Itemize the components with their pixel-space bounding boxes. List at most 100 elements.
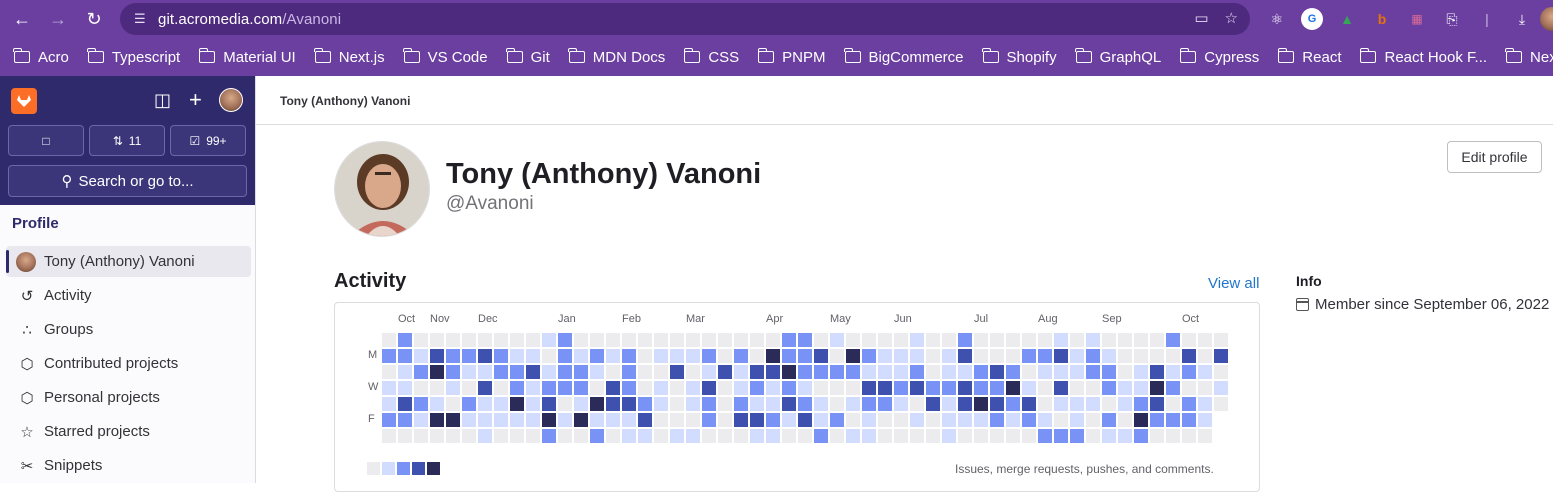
calendar-day-cell[interactable]: [1134, 397, 1148, 411]
google-drive-icon[interactable]: ▲: [1336, 8, 1358, 30]
calendar-day-cell[interactable]: [734, 429, 748, 443]
calendar-day-cell[interactable]: [1086, 333, 1100, 347]
calendar-day-cell[interactable]: [1198, 349, 1212, 363]
calendar-day-cell[interactable]: [1150, 397, 1164, 411]
calendar-day-cell[interactable]: [1022, 365, 1036, 379]
calendar-day-cell[interactable]: [1198, 397, 1212, 411]
calendar-day-cell[interactable]: [926, 397, 940, 411]
calendar-day-cell[interactable]: [1086, 365, 1100, 379]
calendar-day-cell[interactable]: [846, 429, 860, 443]
calendar-day-cell[interactable]: [558, 429, 572, 443]
calendar-day-cell[interactable]: [430, 333, 444, 347]
calendar-day-cell[interactable]: [958, 381, 972, 395]
calendar-day-cell[interactable]: [382, 349, 396, 363]
bookmark-item[interactable]: Material UI: [198, 48, 296, 66]
calendar-day-cell[interactable]: [1118, 429, 1132, 443]
calendar-day-cell[interactable]: [510, 381, 524, 395]
calendar-day-cell[interactable]: [462, 381, 476, 395]
calendar-day-cell[interactable]: [654, 413, 668, 427]
calendar-day-cell[interactable]: [830, 333, 844, 347]
calendar-day-cell[interactable]: [1006, 429, 1020, 443]
calendar-day-cell[interactable]: [382, 397, 396, 411]
calendar-day-cell[interactable]: [446, 349, 460, 363]
calendar-day-cell[interactable]: [942, 429, 956, 443]
calendar-day-cell[interactable]: [654, 397, 668, 411]
calendar-day-cell[interactable]: [1166, 349, 1180, 363]
calendar-day-cell[interactable]: [1070, 381, 1084, 395]
calendar-day-cell[interactable]: [990, 413, 1004, 427]
calendar-day-cell[interactable]: [654, 333, 668, 347]
calendar-day-cell[interactable]: [862, 333, 876, 347]
extension-icon-2[interactable]: ▦: [1406, 8, 1428, 30]
calendar-day-cell[interactable]: [478, 381, 492, 395]
bookmark-item[interactable]: CSS: [683, 48, 739, 66]
calendar-day-cell[interactable]: [1198, 333, 1212, 347]
calendar-day-cell[interactable]: [910, 429, 924, 443]
calendar-day-cell[interactable]: [750, 429, 764, 443]
calendar-day-cell[interactable]: [446, 429, 460, 443]
calendar-day-cell[interactable]: [398, 413, 412, 427]
calendar-day-cell[interactable]: [638, 333, 652, 347]
calendar-day-cell[interactable]: [1038, 413, 1052, 427]
calendar-day-cell[interactable]: [478, 349, 492, 363]
bookmark-item[interactable]: React: [1277, 48, 1341, 66]
calendar-day-cell[interactable]: [414, 381, 428, 395]
bookmark-item[interactable]: Next.js: [314, 48, 385, 66]
calendar-day-cell[interactable]: [1118, 365, 1132, 379]
calendar-day-cell[interactable]: [638, 397, 652, 411]
calendar-day-cell[interactable]: [494, 365, 508, 379]
calendar-day-cell[interactable]: [750, 365, 764, 379]
calendar-day-cell[interactable]: [974, 429, 988, 443]
calendar-day-cell[interactable]: [1166, 381, 1180, 395]
calendar-day-cell[interactable]: [1070, 429, 1084, 443]
calendar-day-cell[interactable]: [702, 365, 716, 379]
calendar-day-cell[interactable]: [1134, 349, 1148, 363]
calendar-day-cell[interactable]: [446, 397, 460, 411]
calendar-day-cell[interactable]: [542, 397, 556, 411]
calendar-day-cell[interactable]: [1134, 333, 1148, 347]
calendar-day-cell[interactable]: [862, 365, 876, 379]
calendar-day-cell[interactable]: [574, 381, 588, 395]
calendar-day-cell[interactable]: [622, 333, 636, 347]
calendar-day-cell[interactable]: [414, 429, 428, 443]
calendar-day-cell[interactable]: [478, 429, 492, 443]
calendar-day-cell[interactable]: [718, 349, 732, 363]
calendar-day-cell[interactable]: [638, 429, 652, 443]
calendar-day-cell[interactable]: [590, 349, 604, 363]
calendar-day-cell[interactable]: [398, 365, 412, 379]
calendar-day-cell[interactable]: [654, 429, 668, 443]
calendar-day-cell[interactable]: [1006, 333, 1020, 347]
calendar-day-cell[interactable]: [878, 413, 892, 427]
calendar-day-cell[interactable]: [526, 365, 540, 379]
calendar-day-cell[interactable]: [478, 333, 492, 347]
calendar-day-cell[interactable]: [542, 413, 556, 427]
calendar-day-cell[interactable]: [542, 333, 556, 347]
breadcrumb[interactable]: Tony (Anthony) Vanoni: [280, 94, 410, 108]
calendar-day-cell[interactable]: [766, 365, 780, 379]
calendar-day-cell[interactable]: [1086, 429, 1100, 443]
calendar-day-cell[interactable]: [526, 381, 540, 395]
merge-requests-counter-button[interactable]: ⇅ 11: [89, 125, 165, 156]
calendar-day-cell[interactable]: [718, 333, 732, 347]
calendar-day-cell[interactable]: [574, 429, 588, 443]
bookmark-item[interactable]: Git: [506, 48, 550, 66]
calendar-day-cell[interactable]: [926, 413, 940, 427]
calendar-day-cell[interactable]: [718, 413, 732, 427]
calendar-day-cell[interactable]: [446, 365, 460, 379]
calendar-day-cell[interactable]: [1038, 397, 1052, 411]
calendar-day-cell[interactable]: [1038, 429, 1052, 443]
calendar-day-cell[interactable]: [478, 397, 492, 411]
forward-icon[interactable]: →: [46, 7, 70, 31]
calendar-day-cell[interactable]: [1006, 365, 1020, 379]
calendar-day-cell[interactable]: [686, 413, 700, 427]
calendar-day-cell[interactable]: [1022, 381, 1036, 395]
calendar-day-cell[interactable]: [638, 381, 652, 395]
calendar-day-cell[interactable]: [1070, 413, 1084, 427]
calendar-day-cell[interactable]: [414, 349, 428, 363]
calendar-day-cell[interactable]: [814, 413, 828, 427]
calendar-day-cell[interactable]: [798, 381, 812, 395]
calendar-day-cell[interactable]: [1038, 381, 1052, 395]
calendar-day-cell[interactable]: [398, 333, 412, 347]
calendar-day-cell[interactable]: [910, 397, 924, 411]
calendar-day-cell[interactable]: [910, 365, 924, 379]
